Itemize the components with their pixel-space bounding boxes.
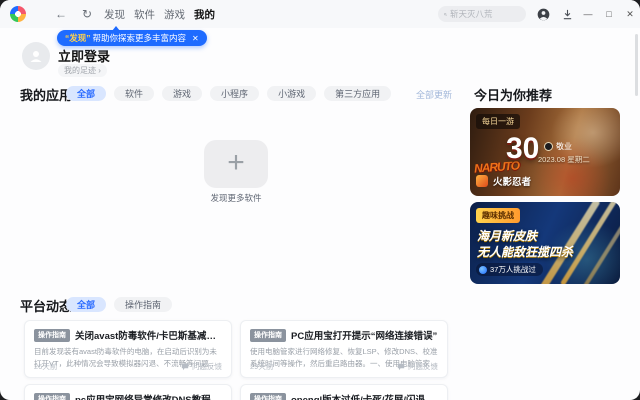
feed-card-header: 操作指南 关闭avast防毒软件/卡巴斯基减少卡顿现象 — [34, 328, 222, 342]
feed-card-badge: 操作指南 — [34, 328, 70, 342]
feedback-link[interactable]: 问题反馈 — [397, 361, 438, 372]
nav-tab-mine[interactable]: 我的 — [194, 7, 215, 22]
feed-card-3[interactable]: 操作指南 pc应用宝网络异常修改DNS教程 — [24, 384, 232, 400]
minimize-button[interactable]: — — [580, 7, 596, 21]
challenge-headline-1: 海月新皮肤 — [477, 229, 538, 243]
feed-card-header: 操作指南 PC应用宝打开提示“网络连接错误” — [250, 328, 438, 342]
close-icon: ✕ — [626, 9, 634, 19]
download-manager-button[interactable] — [560, 7, 574, 21]
title-bar: ← ↻ 发现 软件 游戏 我的 — □ ✕ — [0, 0, 640, 28]
feed-card-header: 操作指南 pc应用宝网络异常修改DNS教程 — [34, 392, 222, 400]
feed-card-1[interactable]: 操作指南 关闭avast防毒软件/卡巴斯基减少卡顿现象 目前发现装有avast防… — [24, 320, 232, 378]
chat-bubble-icon — [181, 363, 189, 370]
chat-bubble-icon — [397, 363, 405, 370]
challenge-card-badge: 趣味挑战 — [476, 208, 520, 223]
feedback-label: 问题反馈 — [408, 362, 438, 371]
search-icon — [444, 12, 447, 16]
search-input[interactable] — [450, 9, 520, 19]
players-icon — [479, 265, 487, 274]
filter-tab-software[interactable]: 软件 — [114, 86, 155, 101]
feed-card-time: 29天前 — [250, 362, 274, 371]
maximize-icon: □ — [606, 9, 612, 19]
account-icon — [537, 8, 549, 20]
daily-game-name: 火影忍者 — [493, 177, 532, 188]
filter-tab-thirdparty[interactable]: 第三方应用 — [324, 86, 392, 101]
daily-game-row: 火影忍者 — [476, 174, 531, 188]
app-window: ← ↻ 发现 软件 游戏 我的 — □ ✕ — [0, 0, 640, 400]
feed-card-title: 关闭avast防毒软件/卡巴斯基减少卡顿现象 — [75, 331, 222, 342]
daily-tag-label: 敬业 — [556, 142, 572, 151]
scrollbar-thumb[interactable] — [635, 34, 638, 96]
account-button[interactable] — [536, 7, 550, 21]
feed-card-title: opengl版本过低/卡死/花屏/闪退，升级显卡驱动… — [291, 392, 438, 400]
feed-card-badge: 操作指南 — [34, 392, 70, 400]
avatar[interactable] — [22, 42, 50, 70]
my-history-link[interactable]: 我的足迹 › — [58, 64, 107, 77]
discover-tooltip: “发现” 帮助你探索更多丰富内容 ✕ — [57, 30, 207, 46]
challenge-card[interactable]: 趣味挑战 海月新皮肤 无人能敌狂揽四杀 37万人挑战过 — [470, 202, 620, 284]
feed-card-time: 26天前 — [34, 362, 58, 371]
challenge-stat-pill: 37万人挑战过 — [476, 263, 543, 276]
tooltip-highlight: “发现” — [65, 33, 91, 43]
minimize-icon: — — [583, 9, 593, 19]
feed-card-footer: 29天前 问题反馈 — [250, 361, 438, 372]
challenge-stat-label: 37万人挑战过 — [490, 265, 536, 274]
filter-tab-minigames[interactable]: 小游戏 — [267, 86, 317, 101]
app-logo-icon[interactable] — [10, 6, 26, 22]
nav-tab-software[interactable]: 软件 — [134, 7, 155, 22]
feed-card-header: 操作指南 opengl版本过低/卡死/花屏/闪退，升级显卡驱动… — [250, 392, 438, 400]
back-icon: ← — [55, 7, 67, 21]
daily-tag: 敬业 — [544, 141, 572, 152]
daily-date: 2023.08 星期二 — [538, 155, 590, 164]
feed-tab-all[interactable]: 全部 — [66, 297, 107, 312]
maximize-button[interactable]: □ — [601, 7, 617, 21]
challenge-headline-2: 无人能敌狂揽四杀 — [477, 245, 574, 259]
feedback-label: 问题反馈 — [192, 362, 222, 371]
my-apps-title: 我的应用 — [20, 88, 73, 103]
plus-icon: + — [227, 145, 245, 179]
tooltip-text: 帮助你探索更多丰富内容 — [92, 33, 187, 43]
feed-filter-tabs: 全部 操作指南 — [66, 297, 173, 312]
avatar-person-icon — [30, 51, 42, 62]
add-more-apps-tile[interactable]: + — [204, 140, 268, 188]
feed-card-footer: 26天前 问题反馈 — [34, 361, 222, 372]
feed-card-badge: 操作指南 — [250, 328, 286, 342]
download-icon — [563, 9, 571, 19]
daily-card-badge: 每日一游 — [476, 114, 520, 129]
filter-tab-all[interactable]: 全部 — [66, 86, 107, 101]
refresh-button[interactable]: ↻ — [78, 5, 96, 23]
nav-tab-discover[interactable]: 发现 — [104, 7, 125, 22]
recommend-title: 今日为你推荐 — [474, 88, 553, 103]
refresh-icon: ↻ — [81, 7, 93, 21]
filter-tab-games[interactable]: 游戏 — [162, 86, 203, 101]
tooltip-close-icon[interactable]: ✕ — [192, 34, 199, 43]
close-button[interactable]: ✕ — [622, 7, 638, 21]
daily-day-number: 30 — [506, 132, 540, 165]
my-apps-filter-tabs: 全部 软件 游戏 小程序 小游戏 第三方应用 — [66, 86, 392, 101]
feed-card-title: PC应用宝打开提示“网络连接错误” — [291, 331, 438, 342]
feed-tab-guide[interactable]: 操作指南 — [114, 297, 173, 312]
update-all-link[interactable]: 全部更新 — [416, 88, 452, 101]
feed-card-badge: 操作指南 — [250, 392, 286, 400]
filter-tab-miniprograms[interactable]: 小程序 — [210, 86, 260, 101]
search-box[interactable] — [438, 6, 526, 22]
add-more-apps-label: 发现更多软件 — [210, 193, 262, 203]
back-button[interactable]: ← — [52, 5, 70, 23]
daily-tag-icon — [544, 142, 553, 151]
feed-card-4[interactable]: 操作指南 opengl版本过低/卡死/花屏/闪退，升级显卡驱动… — [240, 384, 448, 400]
nav-tab-games[interactable]: 游戏 — [164, 7, 185, 22]
feed-card-title: pc应用宝网络异常修改DNS教程 — [75, 392, 211, 400]
feed-title: 平台动态 — [20, 299, 73, 314]
feedback-link[interactable]: 问题反馈 — [181, 361, 222, 372]
feed-card-2[interactable]: 操作指南 PC应用宝打开提示“网络连接错误” 使用电脑管家进行网络修复、恢复LS… — [240, 320, 448, 378]
game-app-icon — [476, 175, 488, 187]
daily-game-card[interactable]: 每日一游 NARUTO 30 敬业 2023.08 星期二 火影忍者 — [470, 108, 620, 196]
login-button[interactable]: 立即登录 — [58, 46, 110, 65]
